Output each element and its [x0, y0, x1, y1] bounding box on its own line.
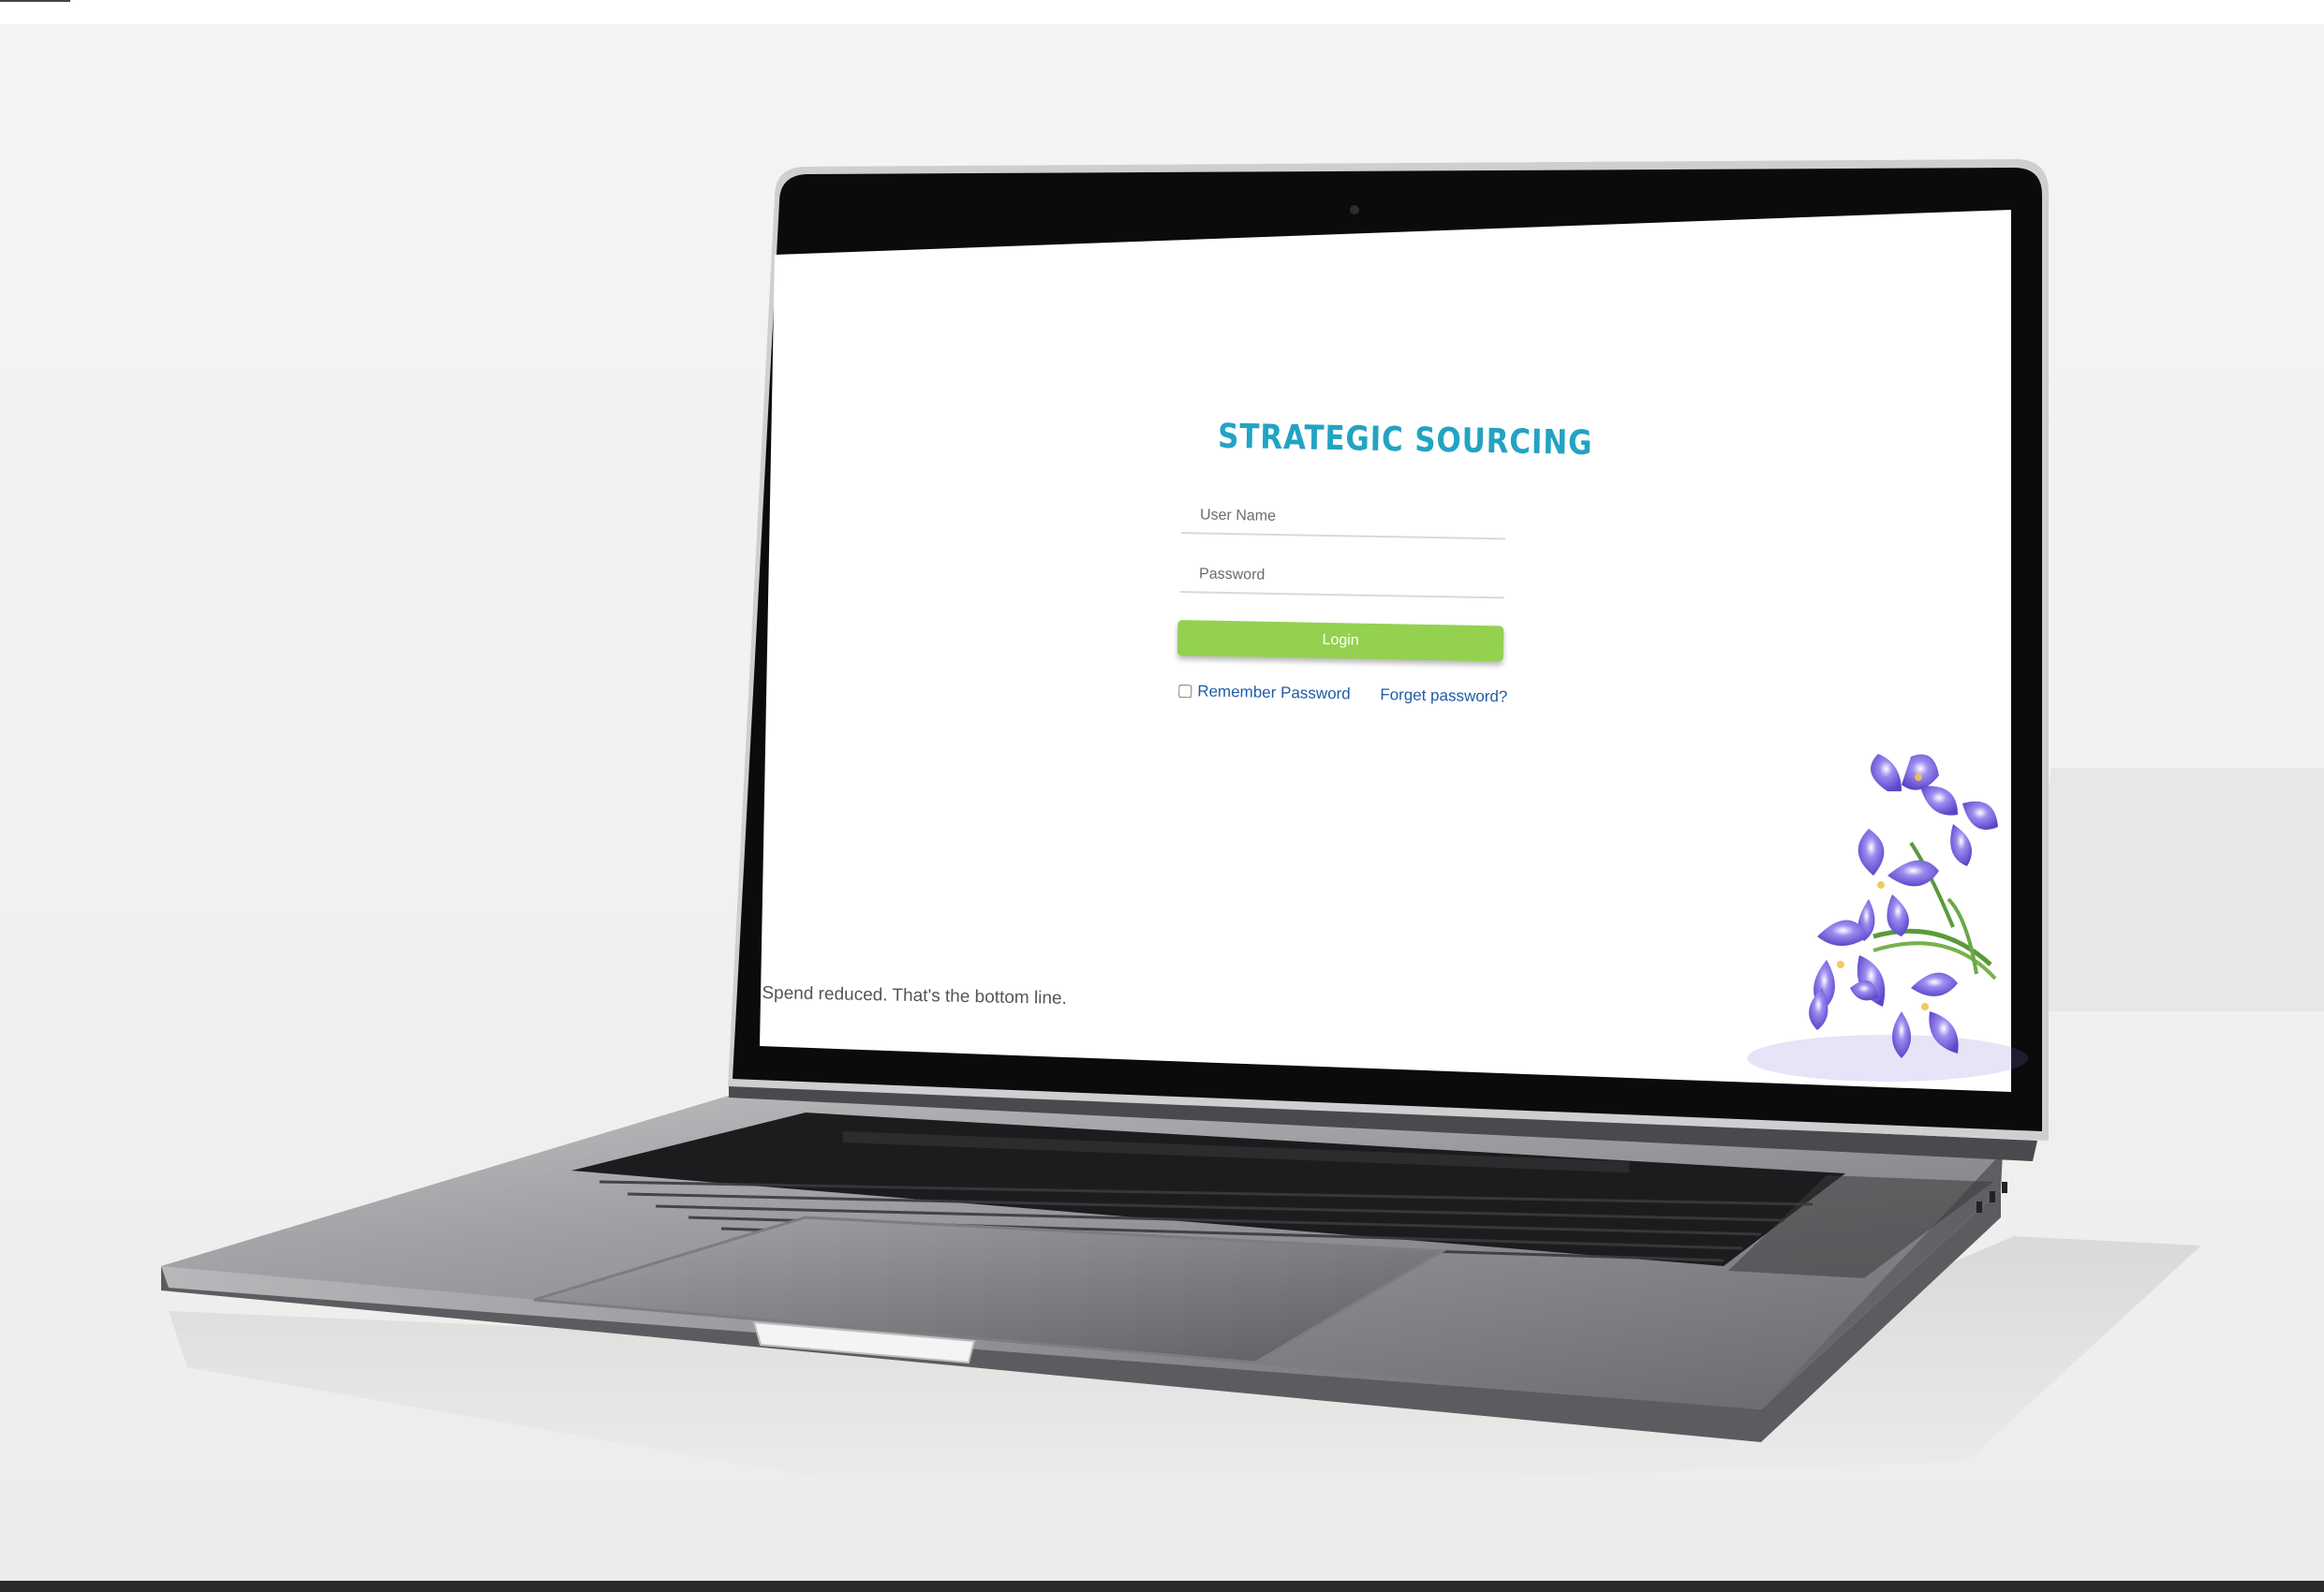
forgot-password-link[interactable]: Forget password? — [1380, 685, 1507, 707]
password-input[interactable] — [1179, 557, 1505, 599]
camera-icon — [1350, 205, 1359, 214]
bottom-bar — [0, 1581, 2324, 1592]
login-screen: STRATEGIC SOURCING Login Remember Passwo… — [762, 255, 1992, 1083]
remember-label[interactable]: Remember Password — [1197, 682, 1351, 703]
tagline: Spend reduced. That's the bottom line. — [762, 982, 1068, 1009]
app-title: STRATEGIC SOURCING — [1217, 417, 1593, 464]
username-input[interactable] — [1180, 498, 1506, 540]
remember-password[interactable]: Remember Password — [1178, 682, 1351, 703]
login-button[interactable]: Login — [1177, 620, 1504, 662]
remember-checkbox[interactable] — [1178, 685, 1192, 699]
